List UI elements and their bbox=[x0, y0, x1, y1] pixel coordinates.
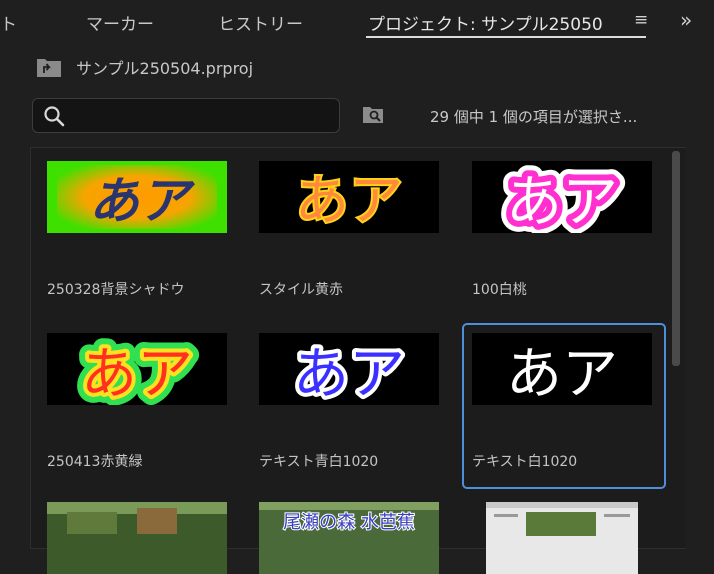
project-name: サンプル250504.prproj bbox=[76, 59, 254, 78]
tab-overflow-icon[interactable]: » bbox=[680, 8, 692, 32]
clip-thumbnail[interactable]: あア bbox=[259, 333, 439, 405]
search-box[interactable] bbox=[32, 98, 340, 133]
search-input[interactable] bbox=[73, 103, 337, 129]
clip-thumbnail[interactable]: あア あア bbox=[47, 333, 227, 405]
clip-label: テキスト青白1020 bbox=[259, 454, 379, 470]
project-breadcrumb: サンプル250504.prproj bbox=[36, 54, 253, 80]
tab-effects-partial[interactable]: ト bbox=[0, 10, 17, 35]
tab-history[interactable]: ヒストリー bbox=[218, 10, 303, 35]
clip-label: 100白桃 bbox=[472, 282, 527, 298]
clip-thumbnail[interactable] bbox=[486, 502, 666, 574]
thumb-text: 尾瀬の森 水芭蕉 bbox=[283, 512, 415, 533]
tab-markers[interactable]: マーカー bbox=[86, 10, 154, 35]
folder-up-icon[interactable] bbox=[36, 56, 62, 78]
clip-label: 250413赤黄緑 bbox=[47, 454, 143, 470]
search-icon bbox=[44, 106, 65, 127]
panel-tab-bar: ト マーカー ヒストリー プロジェクト: サンプル25050 ≡ » bbox=[0, 0, 714, 44]
clip-label: 250328背景シャドウ bbox=[47, 282, 185, 298]
thumb-text: あア bbox=[81, 342, 193, 405]
panel-menu-icon[interactable]: ≡ bbox=[634, 10, 648, 30]
clip-thumbnail[interactable]: あア あア bbox=[472, 161, 652, 233]
clip-thumbnail[interactable]: あア bbox=[47, 161, 227, 233]
thumb-text: あア bbox=[295, 169, 403, 232]
find-in-bin-icon[interactable] bbox=[362, 104, 384, 124]
clip-thumbnail[interactable]: あア bbox=[472, 333, 652, 405]
clip-label: スタイル黄赤 bbox=[259, 282, 343, 298]
clip-thumbnail[interactable]: あア bbox=[259, 161, 439, 233]
thumb-text: あア bbox=[293, 342, 405, 405]
thumb-text: あア bbox=[506, 170, 618, 233]
clip-thumbnail[interactable] bbox=[47, 502, 227, 574]
clip-thumbnail[interactable]: 尾瀬の森 水芭蕉 bbox=[259, 502, 439, 574]
active-tab-indicator bbox=[366, 36, 646, 38]
thumb-text: あア bbox=[506, 342, 618, 405]
selection-status: 29 個中 1 個の項目が選択さ... bbox=[430, 108, 638, 126]
tab-project[interactable]: プロジェクト: サンプル25050 bbox=[368, 10, 603, 35]
clip-label: テキスト白1020 bbox=[472, 454, 578, 470]
thumb-text: あア bbox=[89, 172, 196, 230]
scrollbar-thumb[interactable] bbox=[672, 151, 680, 366]
